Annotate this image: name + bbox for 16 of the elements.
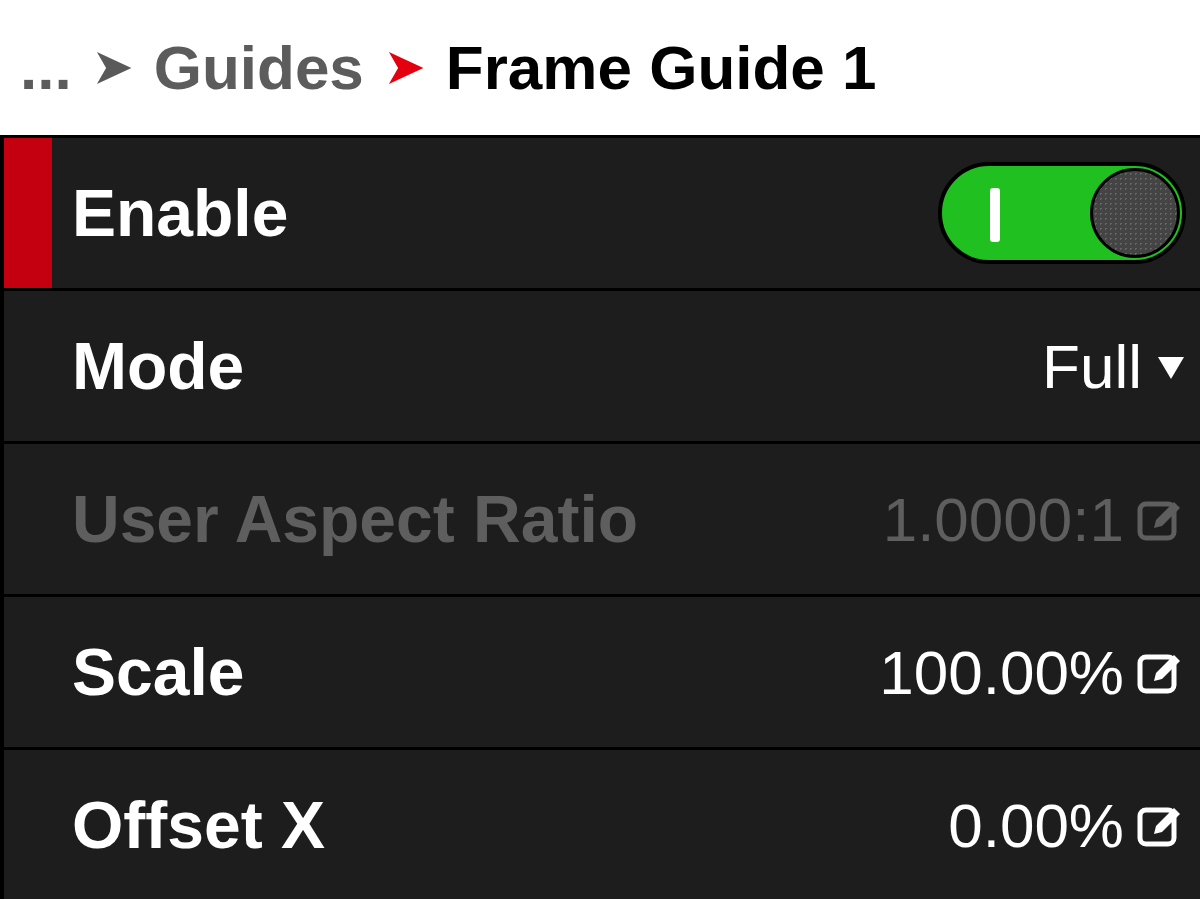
page-title: Frame Guide 1 — [445, 32, 877, 103]
setting-row[interactable]: Enable — [4, 138, 1200, 288]
setting-label: User Aspect Ratio — [72, 481, 640, 557]
breadcrumb-link[interactable]: ... — [20, 32, 72, 103]
setting-label: Scale — [72, 634, 246, 710]
breadcrumb-link[interactable]: Guides — [153, 32, 364, 103]
setting-value: 1.0000:1 — [882, 483, 1124, 555]
setting-label: Enable — [72, 175, 290, 251]
setting-label: Mode — [72, 328, 246, 404]
setting-value: 0.00% — [948, 789, 1124, 861]
setting-row[interactable]: Offset X 0.00% — [4, 750, 1200, 899]
setting-label: Offset X — [72, 787, 327, 863]
setting-row[interactable]: Mode Full — [4, 291, 1200, 441]
setting-row[interactable]: Scale 100.00% — [4, 597, 1200, 747]
mode-dropdown[interactable]: Full — [1042, 330, 1186, 402]
setting-value: 100.00% — [879, 636, 1124, 708]
